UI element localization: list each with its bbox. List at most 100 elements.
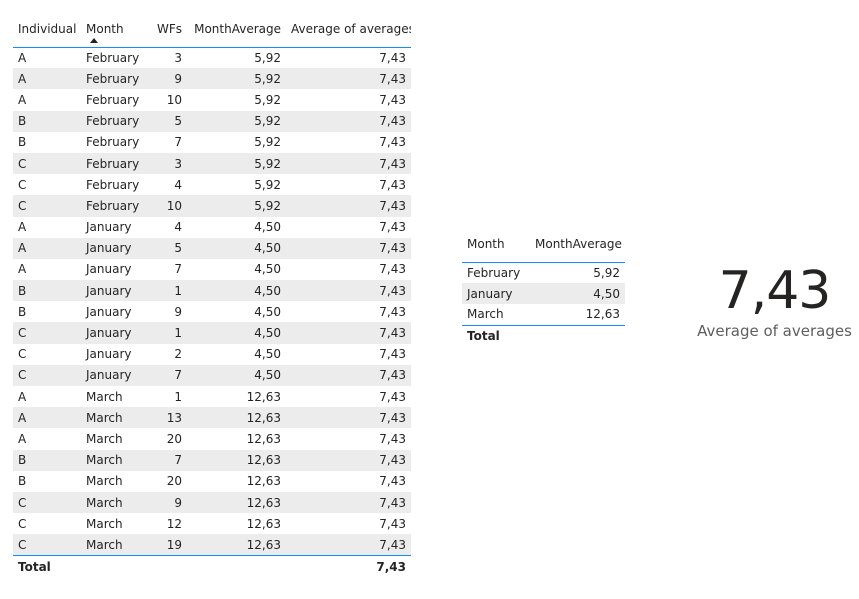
monthaverage-cell: 12,63: [585, 307, 620, 322]
month-summary-table[interactable]: Month MonthAverage February 5,92 January 4,…: [462, 232, 625, 347]
monthaverage-cell: 12,63: [246, 410, 281, 425]
sort-ascending-icon[interactable]: [90, 38, 98, 43]
table-row[interactable]: B January 9 4,50 7,43: [13, 301, 411, 322]
monthaverage-cell: 12,63: [246, 431, 281, 446]
table-row[interactable]: A January 7 4,50 7,43: [13, 259, 411, 280]
table-row[interactable]: February 5,92: [462, 262, 625, 283]
month-cell: February: [86, 92, 140, 107]
individual-cell: C: [18, 368, 27, 383]
kpi-card[interactable]: 7,43 Average of averages: [690, 258, 859, 340]
table-row[interactable]: C February 10 5,92 7,43: [13, 195, 411, 217]
wfs-cell: 10: [166, 198, 182, 213]
table-row[interactable]: C March 12 12,63 7,43: [13, 513, 411, 534]
individual-cell: A: [18, 431, 27, 446]
table-row[interactable]: C February 3 5,92 7,43: [13, 152, 411, 175]
wfs-cell: 3: [174, 156, 182, 171]
table-row[interactable]: A March 13 12,63 7,43: [13, 407, 411, 429]
table-row[interactable]: C February 4 5,92 7,43: [13, 174, 411, 195]
column-header-monthaverage[interactable]: MonthAverage: [530, 232, 625, 262]
monthaverage-cell: 4,50: [254, 220, 281, 235]
table-row[interactable]: B February 7 5,92 7,43: [13, 132, 411, 153]
table-row[interactable]: A February 10 5,92 7,43: [13, 89, 411, 110]
month-cell: January: [86, 326, 132, 341]
detail-table-header: Individual Month WFs MonthAverage Averag…: [13, 18, 411, 47]
table-row[interactable]: C March 19 12,63 7,43: [13, 534, 411, 556]
table-row[interactable]: A January 4 4,50 7,43: [13, 217, 411, 238]
column-header-wfs[interactable]: WFs: [149, 18, 187, 47]
column-header-month[interactable]: Month: [81, 18, 149, 47]
month-cell: January: [86, 304, 132, 319]
individual-cell: C: [18, 347, 27, 362]
monthaverage-cell: 5,92: [254, 114, 281, 129]
average-of-averages-cell: 7,43: [379, 262, 406, 277]
monthaverage-cell: 12,63: [246, 516, 281, 531]
average-of-averages-cell: 7,43: [379, 241, 406, 256]
column-header-month[interactable]: Month: [462, 232, 530, 262]
monthaverage-cell: 4,50: [254, 241, 281, 256]
table-row[interactable]: March 12,63: [462, 304, 625, 325]
table-row[interactable]: C January 7 4,50 7,43: [13, 364, 411, 386]
month-cell: March: [86, 389, 123, 404]
column-header-individual[interactable]: Individual: [13, 18, 81, 47]
table-row[interactable]: B March 20 12,63 7,43: [13, 471, 411, 492]
column-header-average-of-averages[interactable]: Average of averages: [286, 18, 411, 47]
average-of-averages-cell: 7,43: [379, 304, 406, 319]
individual-cell: A: [18, 389, 27, 404]
monthaverage-cell: 12,63: [246, 453, 281, 468]
detail-table[interactable]: Individual Month WFs MonthAverage Averag…: [13, 18, 411, 578]
table-row[interactable]: A February 9 5,92 7,43: [13, 68, 411, 90]
table-row[interactable]: C January 1 4,50 7,43: [13, 322, 411, 344]
column-header-monthaverage[interactable]: MonthAverage: [187, 18, 286, 47]
individual-cell: A: [18, 262, 27, 277]
month-cell: January: [86, 368, 132, 383]
average-of-averages-cell: 7,43: [379, 220, 406, 235]
wfs-cell: 10: [166, 92, 182, 107]
month-cell: February: [86, 135, 140, 150]
individual-cell: C: [18, 516, 27, 531]
table-row[interactable]: C March 9 12,63 7,43: [13, 491, 411, 514]
individual-cell: C: [18, 495, 27, 510]
month-cell: January: [467, 286, 513, 301]
average-of-averages-cell: 7,43: [379, 495, 406, 510]
individual-cell: A: [18, 241, 27, 256]
month-summary-header: Month MonthAverage: [462, 232, 625, 262]
month-cell: March: [86, 516, 123, 531]
month-cell: March: [86, 537, 123, 552]
monthaverage-cell: 4,50: [254, 347, 281, 362]
individual-cell: A: [18, 220, 27, 235]
wfs-cell: 20: [166, 474, 182, 489]
wfs-cell: 1: [174, 283, 182, 298]
month-cell: March: [86, 431, 123, 446]
kpi-label: Average of averages: [697, 322, 852, 340]
total-monthaverage-cell: [530, 325, 625, 347]
table-row[interactable]: C January 2 4,50 7,43: [13, 344, 411, 365]
table-row[interactable]: January 4,50: [462, 283, 625, 304]
table-row[interactable]: B March 7 12,63 7,43: [13, 449, 411, 471]
monthaverage-cell: 12,63: [246, 389, 281, 404]
monthaverage-cell: 5,92: [254, 92, 281, 107]
monthaverage-cell: 12,63: [246, 537, 281, 552]
average-of-averages-cell: 7,43: [379, 537, 406, 552]
table-row[interactable]: B January 1 4,50 7,43: [13, 280, 411, 302]
month-cell: January: [86, 241, 132, 256]
table-row[interactable]: B February 5 5,92 7,43: [13, 110, 411, 132]
wfs-cell: 7: [174, 368, 182, 383]
total-average-of-averages: 7,43: [376, 559, 406, 574]
monthaverage-cell: 4,50: [254, 283, 281, 298]
table-row[interactable]: A March 20 12,63 7,43: [13, 428, 411, 449]
average-of-averages-cell: 7,43: [379, 410, 406, 425]
detail-table-total-row: Total 7,43: [13, 555, 411, 578]
month-cell: March: [86, 474, 123, 489]
average-of-averages-cell: 7,43: [379, 156, 406, 171]
average-of-averages-cell: 7,43: [379, 326, 406, 341]
table-row[interactable]: A January 5 4,50 7,43: [13, 237, 411, 259]
wfs-cell: 5: [174, 241, 182, 256]
month-cell: February: [86, 71, 140, 86]
table-row[interactable]: A March 1 12,63 7,43: [13, 386, 411, 407]
table-row[interactable]: A February 3 5,92 7,43: [13, 47, 411, 68]
individual-cell: C: [18, 177, 27, 192]
wfs-cell: 1: [174, 326, 182, 341]
individual-cell: B: [18, 114, 27, 129]
month-cell: February: [467, 265, 521, 280]
average-of-averages-cell: 7,43: [379, 389, 406, 404]
